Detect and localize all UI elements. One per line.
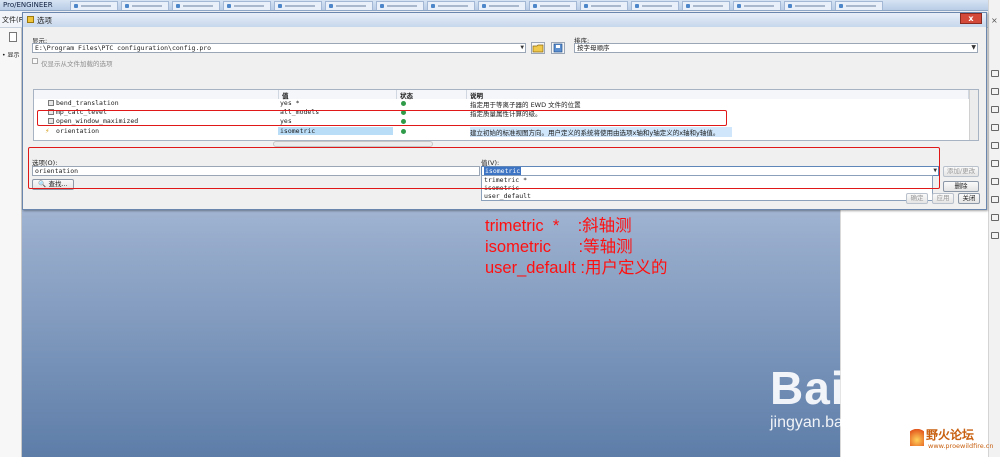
delete-button[interactable]: 删除 xyxy=(943,181,979,192)
paw-icon xyxy=(846,374,881,408)
add-change-button[interactable]: 添加/更改 xyxy=(943,166,979,177)
vertical-scrollbar[interactable] xyxy=(969,90,978,140)
dialog-title: 选项 xyxy=(37,16,52,25)
curve-icon[interactable] xyxy=(991,124,999,131)
highlight-selected-row xyxy=(37,110,727,126)
option-name: bend_translation xyxy=(56,99,119,107)
highlight-option-value-area xyxy=(28,147,940,189)
baidu-watermark: Bai 经验 jingyan.baidu.com xyxy=(770,364,977,432)
datum-plane-icon[interactable] xyxy=(991,70,999,77)
table-row[interactable]: bend_translation yes * 指定用于等离子器的 EWD 文件的… xyxy=(34,99,969,109)
dropdown-option[interactable]: user_default xyxy=(482,192,932,200)
yehuo-logo-text: 野火论坛 xyxy=(926,428,975,442)
only-loaded-label: 仅显示从文件加载的选项 xyxy=(41,60,113,68)
apply-button[interactable]: 应用 xyxy=(932,193,954,204)
config-file-value: E:\Program Files\PTC configuration\confi… xyxy=(35,44,212,52)
sort-value: 按字母顺序 xyxy=(577,44,610,52)
browser-tab[interactable] xyxy=(325,1,373,10)
sort-select[interactable]: 按字母顺序 ▼ xyxy=(574,43,978,53)
config-file-select[interactable]: E:\Program Files\PTC configuration\confi… xyxy=(32,43,526,53)
yehuo-watermark: 野火论坛 www.proewildfire.cn xyxy=(910,424,994,454)
table-row-selected[interactable]: ⚡ orientation isometric 建立初始的标准视图方向。用户定义… xyxy=(34,127,969,137)
flame-icon xyxy=(910,426,924,446)
status-icon xyxy=(401,129,406,134)
column-header-name[interactable] xyxy=(34,90,279,99)
browser-tab[interactable] xyxy=(784,1,832,10)
browser-tab[interactable] xyxy=(682,1,730,10)
sidebar-item-display[interactable]: • 显示 xyxy=(2,50,19,59)
baidu-logo-left: Bai xyxy=(770,362,845,414)
browser-tab[interactable] xyxy=(427,1,475,10)
browser-tab[interactable] xyxy=(376,1,424,10)
option-icon xyxy=(48,100,54,106)
annotation-line: isometric :等轴测 xyxy=(485,238,633,256)
point-icon[interactable] xyxy=(991,142,999,149)
revolve-icon[interactable] xyxy=(991,196,999,203)
column-header-value[interactable]: 值 xyxy=(279,90,397,100)
browser-tab[interactable] xyxy=(733,1,781,10)
yehuo-url: www.proewildfire.cn xyxy=(928,442,994,450)
dialog-close-button[interactable]: x xyxy=(960,13,982,24)
annotation-line: user_default :用户定义的 xyxy=(485,259,668,277)
browser-tab[interactable] xyxy=(223,1,271,10)
option-description: 建立初始的标准视图方向。用户定义的系统将使用由选项x轴和y轴定义的x轴和y轴值。 xyxy=(470,127,732,137)
status-icon xyxy=(401,101,406,106)
save-config-icon[interactable] xyxy=(551,42,565,54)
dialog-titlebar[interactable]: 选项 x xyxy=(23,13,986,27)
browser-tab[interactable] xyxy=(580,1,628,10)
browser-tab[interactable] xyxy=(835,1,883,10)
browser-tab[interactable] xyxy=(631,1,679,10)
baidu-logo-right: 经验 xyxy=(882,362,977,414)
hole-icon[interactable] xyxy=(991,214,999,221)
browser-tab[interactable] xyxy=(172,1,220,10)
browser-tab[interactable] xyxy=(274,1,322,10)
extrude-icon[interactable] xyxy=(991,178,999,185)
option-name: orientation xyxy=(56,127,100,135)
chevron-down-icon: ▼ xyxy=(971,44,976,51)
sketch-icon[interactable] xyxy=(991,106,999,113)
annotation-line: trimetric * :斜轴测 xyxy=(485,217,632,235)
baidu-logo: Bai 经验 xyxy=(770,364,977,412)
right-toolbar: × xyxy=(988,0,1000,457)
app-titlebar: Pro/ENGINEER xyxy=(0,0,1000,11)
options-icon xyxy=(27,16,34,23)
shell-icon[interactable] xyxy=(991,232,999,239)
csys-icon[interactable] xyxy=(991,160,999,167)
option-value: isometric xyxy=(278,127,393,135)
annotation-text: trimetric * :斜轴测 isometric :等轴测 user_def… xyxy=(485,216,667,279)
close-icon[interactable]: × xyxy=(991,16,998,25)
option-value: yes * xyxy=(280,99,300,107)
new-document-icon[interactable] xyxy=(9,32,17,42)
datum-axis-icon[interactable] xyxy=(991,88,999,95)
column-header-status[interactable]: 状态 xyxy=(397,90,467,100)
browser-tab[interactable] xyxy=(70,1,118,10)
open-folder-icon[interactable] xyxy=(531,42,545,54)
app-title: Pro/ENGINEER xyxy=(3,1,53,9)
model-tree-sidebar: • 显示 xyxy=(0,28,22,457)
column-header-description[interactable]: 说明 xyxy=(467,90,969,100)
browser-tab[interactable] xyxy=(529,1,577,10)
lightning-icon: ⚡ xyxy=(45,127,50,135)
close-button[interactable]: 关闭 xyxy=(958,193,980,204)
browser-tab[interactable] xyxy=(478,1,526,10)
browser-tabs xyxy=(70,1,886,10)
only-loaded-checkbox[interactable] xyxy=(32,58,38,64)
ok-button[interactable]: 确定 xyxy=(906,193,928,204)
browser-tab[interactable] xyxy=(121,1,169,10)
chevron-down-icon: ▼ xyxy=(520,44,524,51)
